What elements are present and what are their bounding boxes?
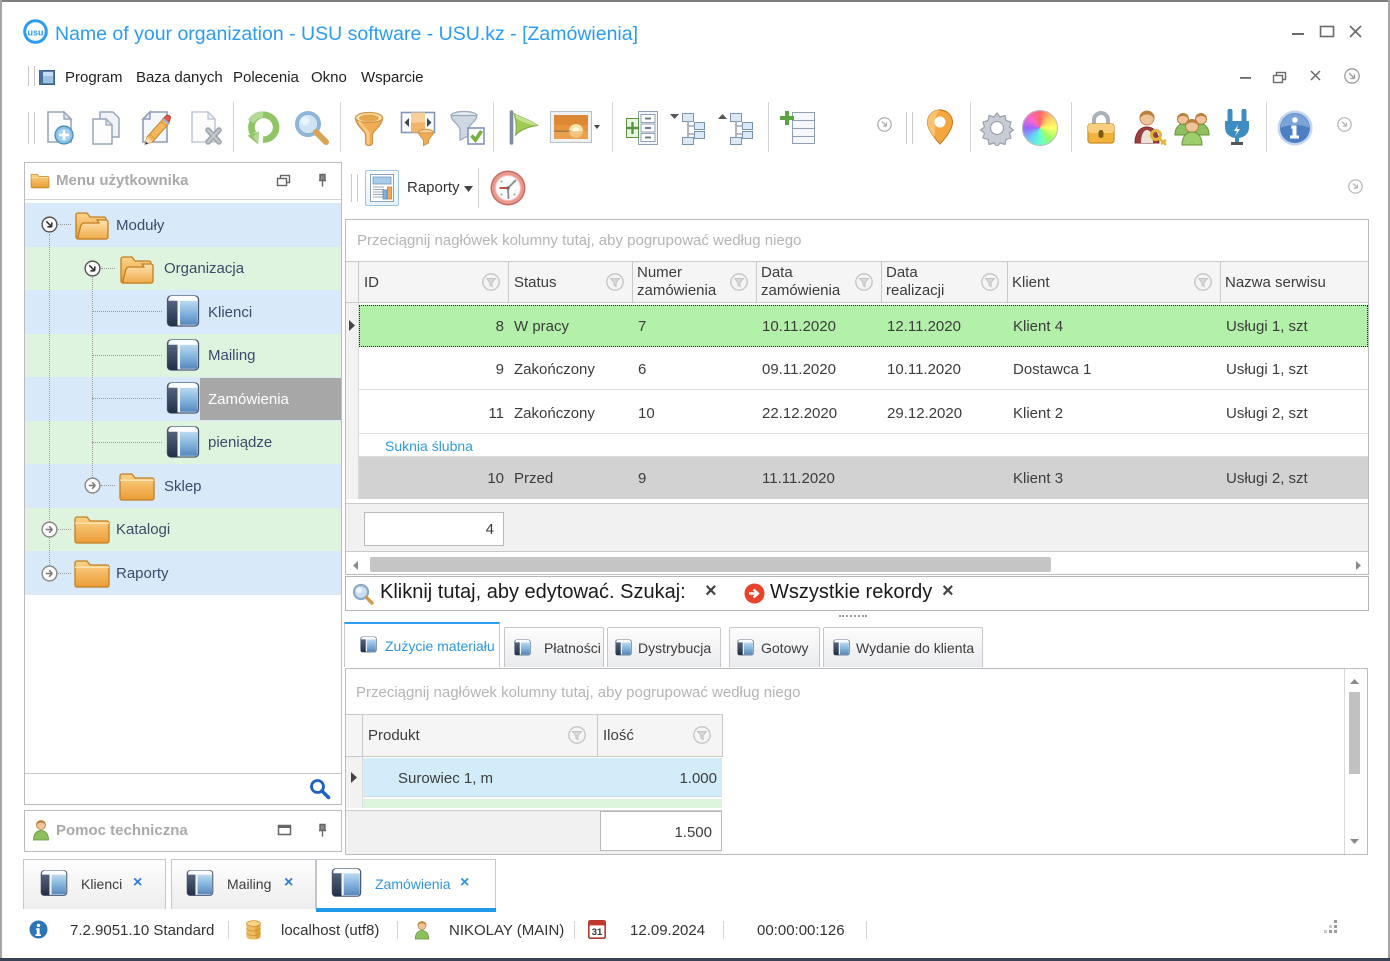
svg-text:usu: usu	[27, 28, 43, 38]
svg-text:31: 31	[592, 927, 603, 938]
